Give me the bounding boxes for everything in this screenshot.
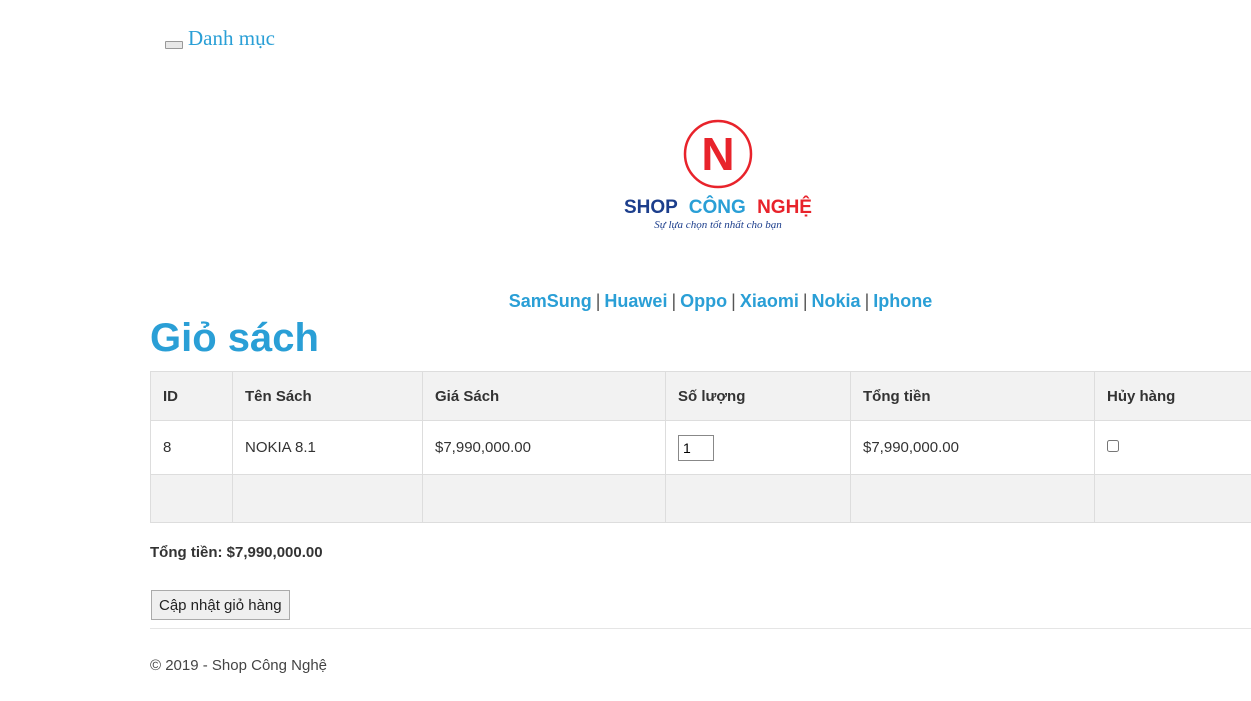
table-row-empty	[150, 474, 1251, 523]
header-name: Tên Sách	[232, 371, 423, 421]
logo-tagline: Sự lựa chọn tốt nhất cho bạn	[654, 219, 782, 231]
header-quantity: Số lượng	[665, 371, 851, 421]
brand-nav: SamSung | Huawei | Oppo | Xiaomi | Nokia | Iphone	[0, 291, 1251, 312]
logo-letter: N	[701, 128, 734, 180]
cell-price: $7,990,000.00	[422, 420, 666, 475]
nav-separator: |	[802, 291, 808, 311]
table-row: 8 NOKIA 8.1 $7,990,000.00 $7,990,000.00	[150, 420, 1251, 475]
footer-copyright: © 2019 - Shop Công Nghệ	[150, 657, 328, 674]
cart-total: Tổng tiền: $7,990,000.00	[150, 544, 323, 561]
shop-logo: N SHOP CÔNG NGHỆ Sự lựa chọn tốt nhất ch…	[624, 119, 812, 231]
menu-toggle-button[interactable]	[165, 40, 183, 49]
cart-table: ID Tên Sách Giá Sách Số lượng Tổng tiền …	[150, 371, 1251, 523]
logo-brand-text: SHOP CÔNG NGHỆ	[624, 196, 812, 218]
category-menu-label[interactable]: Danh mục	[188, 26, 275, 51]
logo-brand-shop: SHOP	[624, 197, 678, 218]
page-title: Giỏ sách	[150, 316, 319, 360]
cell-id: 8	[150, 420, 233, 475]
nav-link-oppo[interactable]: Oppo	[680, 291, 727, 311]
header-price: Giá Sách	[422, 371, 666, 421]
nav-separator: |	[864, 291, 870, 311]
header-id: ID	[150, 371, 233, 421]
footer-divider	[150, 628, 1251, 629]
table-header-row: ID Tên Sách Giá Sách Số lượng Tổng tiền …	[150, 371, 1251, 421]
cell-name: NOKIA 8.1	[232, 420, 423, 475]
cell-cancel	[1094, 420, 1251, 475]
cell-quantity	[665, 420, 851, 475]
nav-link-huawei[interactable]: Huawei	[604, 291, 667, 311]
header-total: Tổng tiền	[850, 371, 1095, 421]
cell-total: $7,990,000.00	[850, 420, 1095, 475]
category-menu-toggle[interactable]: Danh mục	[165, 26, 275, 51]
logo-brand-nghe: NGHỆ	[757, 196, 812, 218]
nav-separator: |	[595, 291, 601, 311]
quantity-input[interactable]	[678, 434, 714, 461]
nav-separator: |	[671, 291, 677, 311]
update-cart-button[interactable]: Cập nhật giỏ hàng	[151, 590, 290, 620]
nav-link-samsung[interactable]: SamSung	[509, 291, 592, 311]
nav-link-nokia[interactable]: Nokia	[812, 291, 861, 311]
nav-separator: |	[731, 291, 736, 311]
nav-link-iphone[interactable]: Iphone	[873, 291, 932, 311]
nav-link-xiaomi[interactable]: Xiaomi	[740, 291, 799, 311]
logo-brand-cong: CÔNG	[689, 196, 746, 218]
header-cancel: Hủy hàng	[1094, 371, 1251, 421]
cancel-checkbox[interactable]	[1107, 440, 1119, 452]
